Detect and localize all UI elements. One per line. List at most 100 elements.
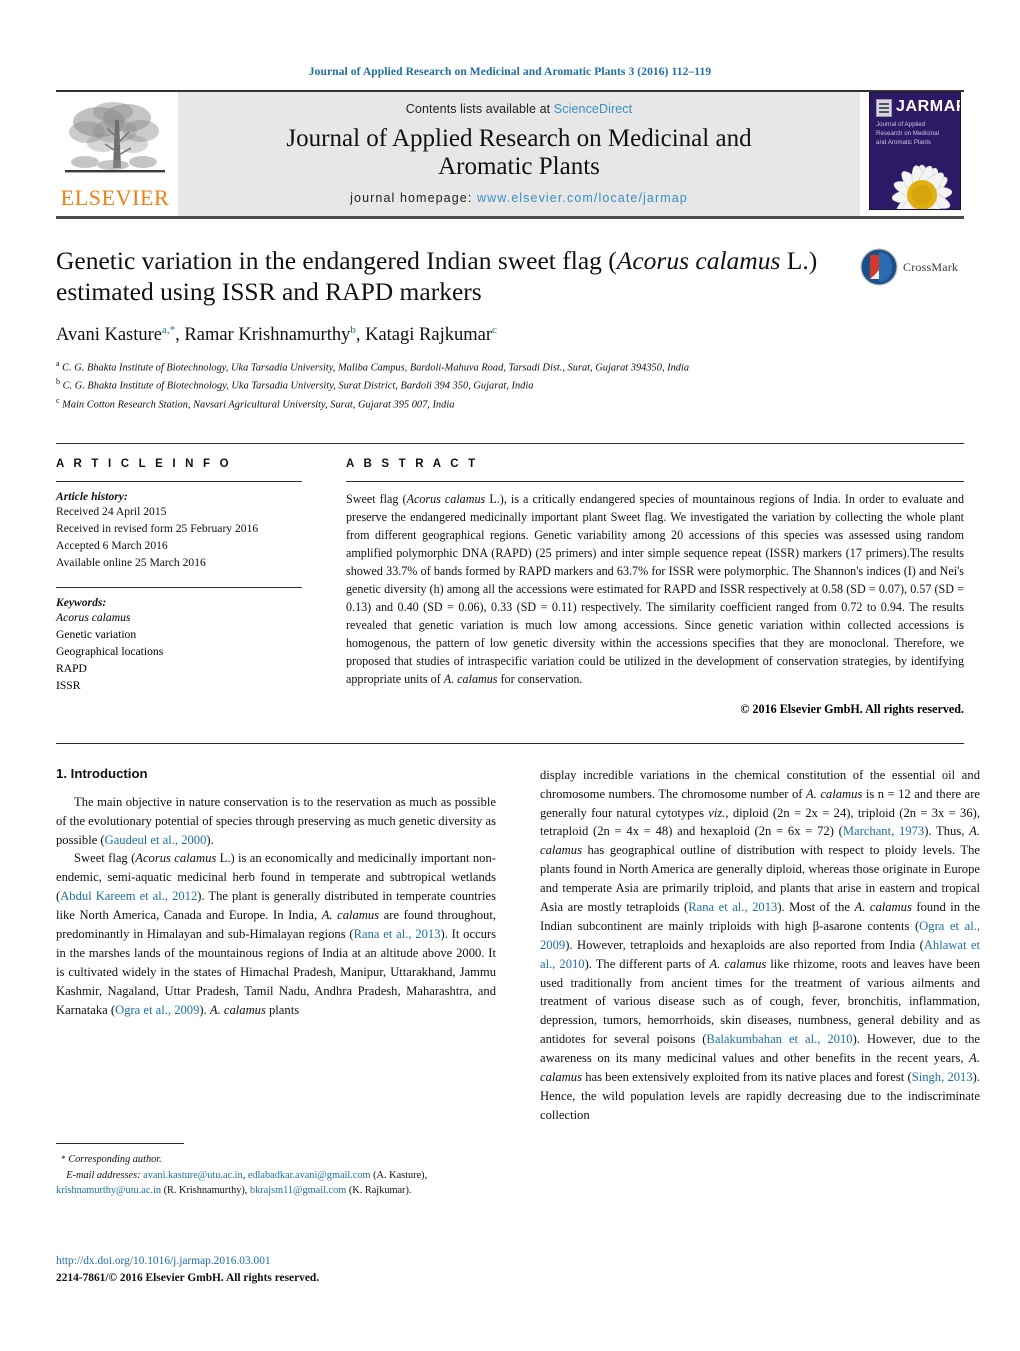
species-name: A. calamus (854, 900, 912, 915)
citation-link[interactable]: Marchant, 1973 (843, 824, 924, 838)
email-link[interactable]: bkrajsm11@gmail.com (250, 1185, 346, 1196)
email-link[interactable]: avani.kasture@utu.ac.in (143, 1170, 243, 1181)
elsevier-tree-icon (65, 102, 165, 173)
contents-prefix: Contents lists available at (405, 101, 554, 116)
journal-band: Contents lists available at ScienceDirec… (178, 92, 860, 216)
publisher-mark-icon (876, 99, 892, 117)
journal-title: Journal of Applied Research on Medicinal… (286, 124, 752, 180)
citation-link[interactable]: Rana et al., 2013 (688, 900, 777, 914)
corresponding-author-note: * Corresponding author. (56, 1152, 496, 1168)
elsevier-wordmark: ELSEVIER (60, 185, 170, 210)
keywords-block: Keywords: Acorus calamus Genetic variati… (56, 586, 302, 694)
citation-link[interactable]: Balakumbahan et al., 2010 (706, 1032, 852, 1046)
footnote-area: * Corresponding author. E-mail addresses… (56, 1143, 496, 1199)
article-history-item: Accepted 6 March 2016 (56, 538, 168, 552)
article-history-label: Article history: (56, 489, 128, 503)
species-name: A. calamus (321, 908, 380, 923)
text-run: ). Thus, (924, 824, 970, 839)
email-owner-1: (A. Kasture), (373, 1169, 428, 1181)
species-name: A. calamus (805, 786, 863, 801)
crossmark-icon (860, 248, 898, 286)
email-link[interactable]: krishnamurthy@utu.ac.in (56, 1185, 161, 1196)
author-name-3: Katagi Rajkumar (365, 325, 492, 346)
email-addresses-note: E-mail addresses: avani.kasture@utu.ac.i… (56, 1168, 496, 1199)
elsevier-logo: ELSEVIER (56, 92, 174, 216)
sciencedirect-link[interactable]: ScienceDirect (554, 102, 632, 116)
keyword-item: Acorus calamus (56, 610, 131, 624)
homepage-url-link[interactable]: www.elsevier.com/locate/jarmap (477, 191, 688, 205)
email-link[interactable]: edlabadkar.avani@gmail.com (248, 1170, 371, 1181)
author-name-1: Avani Kasture (56, 325, 162, 346)
keyword-item: ISSR (56, 678, 81, 692)
text-run: Sweet flag ( (74, 851, 136, 866)
title-area: CrossMark Genetic variation in the endan… (56, 245, 964, 413)
asterisk-icon: * (61, 1154, 66, 1164)
article-info-rule (56, 480, 302, 482)
citation-link[interactable]: Abdul Kareem et al., 2012 (60, 889, 197, 903)
citation-link[interactable]: Ogra et al., 2009 (115, 1003, 199, 1017)
email-owner-2: (R. Krishnamurthy), (161, 1185, 250, 1197)
article-history-item: Received 24 April 2015 (56, 504, 167, 518)
abstract-seg-italic: A. calamus (443, 671, 498, 686)
text-run: ). Most of the (777, 900, 855, 915)
body-left-column: 1. Introduction The main objective in na… (56, 766, 496, 1125)
section-heading-introduction: 1. Introduction (56, 765, 148, 781)
text-run: has been extensively exploited from its … (581, 1070, 912, 1085)
page-title: Genetic variation in the endangered Indi… (56, 245, 964, 307)
masthead-bottom-rule (56, 216, 964, 219)
corresponding-author-label: Corresponding author. (68, 1154, 162, 1165)
citation-link[interactable]: Gaudeul et al., 2000 (105, 833, 207, 847)
paragraph: display incredible variations in the che… (540, 766, 980, 1125)
abstract-seg: Sweet flag ( (346, 491, 407, 506)
info-abstract-region: A R T I C L E I N F O Article history: R… (56, 442, 964, 717)
footnote-rule (56, 1143, 184, 1144)
author-marks-1[interactable]: a,* (162, 324, 175, 336)
title-species-name: Acorus calamus (616, 246, 781, 275)
abstract-column: A B S T R A C T Sweet flag (Acorus calam… (346, 458, 964, 717)
author-list: Avani Kasturea,*, Ramar Krishnamurthyb, … (56, 324, 964, 346)
paragraph: Sweet flag (Acorus calamus L.) is an eco… (56, 849, 496, 1019)
cover-acronym: JARMAP (896, 98, 961, 115)
text-run: ). (206, 832, 214, 847)
affiliation-mark-b: b (56, 377, 60, 387)
keyword-item: Geographical locations (56, 644, 164, 658)
affiliation-text-a: C. G. Bhakta Institute of Biotechnology,… (62, 362, 690, 374)
citation-link[interactable]: Rana et al., 2013 (354, 927, 441, 941)
text-run: ). The different parts of (584, 956, 710, 971)
abstract-copyright: © 2016 Elsevier GmbH. All rights reserve… (740, 701, 964, 716)
text-run: ). (199, 1002, 210, 1017)
abstract-seg-italic: Acorus calamus (406, 491, 486, 506)
author-sep-2: , (355, 325, 366, 346)
affiliation-c: c Main Cotton Research Station, Navsari … (56, 395, 964, 413)
body-right-column: display incredible variations in the che… (540, 766, 980, 1125)
contents-line: Contents lists available at ScienceDirec… (406, 102, 632, 116)
affiliation-mark-a: a (56, 359, 60, 369)
species-name: Acorus calamus (135, 851, 217, 866)
keywords-rule (56, 586, 302, 588)
text-run: plants (265, 1002, 300, 1017)
journal-cover-block: JARMAP Journal of Applied Research on Me… (866, 92, 964, 216)
article-info-heading: A R T I C L E I N F O (56, 457, 232, 470)
author-marks-3[interactable]: c (492, 324, 497, 336)
affiliation-mark-c: c (56, 395, 60, 405)
abstract-rule (346, 480, 964, 482)
abstract-body: Sweet flag (Acorus calamus L.), is a cri… (346, 490, 964, 688)
keyword-item: RAPD (56, 661, 87, 675)
doi-link[interactable]: http://dx.doi.org/10.1016/j.jarmap.2016.… (56, 1253, 576, 1270)
species-name: A. calamus (709, 956, 767, 971)
article-info-column: A R T I C L E I N F O Article history: R… (56, 458, 302, 717)
crossmark-badge[interactable]: CrossMark (860, 247, 964, 287)
article-history-item: Received in revised form 25 February 201… (56, 521, 259, 535)
crossmark-label: CrossMark (903, 259, 959, 274)
body-top-rule (56, 742, 964, 744)
author-name-2: Ramar Krishnamurthy (184, 325, 351, 346)
citation-link[interactable]: Singh, 2013 (912, 1070, 973, 1084)
affiliation-a: a C. G. Bhakta Institute of Biotechnolog… (56, 358, 964, 376)
affiliation-list: a C. G. Bhakta Institute of Biotechnolog… (56, 358, 964, 412)
abstract-seg: L.), is a critically endangered species … (346, 491, 965, 686)
journal-masthead: ELSEVIER Contents lists available at Sci… (56, 90, 964, 216)
affiliation-b: b C. G. Bhakta Institute of Biotechnolog… (56, 376, 964, 394)
text-run: ). However, tetraploids and hexaploids a… (565, 937, 924, 952)
species-name: A. calamus (209, 1002, 266, 1017)
author-sep-1: , (175, 325, 185, 346)
